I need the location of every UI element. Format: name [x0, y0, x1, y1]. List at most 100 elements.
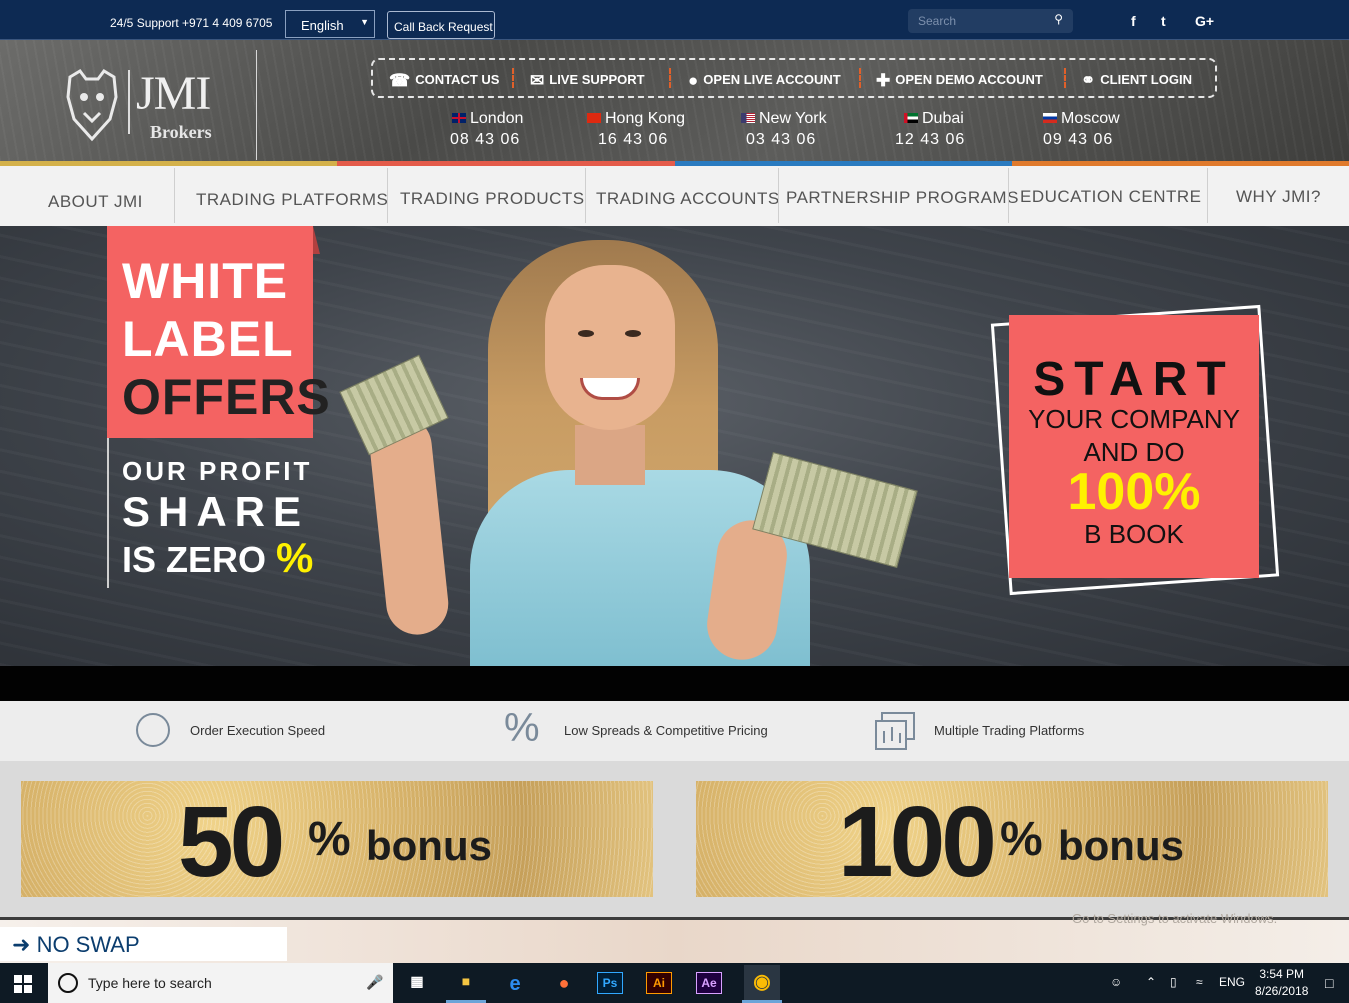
cortana-icon [58, 973, 78, 993]
quick-divider [1064, 68, 1066, 88]
clock-date: 8/26/2018 [1255, 984, 1309, 998]
white-label-title-2: LABEL [122, 311, 294, 367]
profit-percent: % [276, 534, 314, 581]
contact-us-link[interactable]: ☎ CONTACT US [389, 71, 499, 91]
bonus-100-number: 100 [838, 786, 997, 898]
bonus-50-number: 50 [178, 786, 285, 898]
photoshop-icon[interactable]: Ps [597, 972, 623, 994]
white-label-title-3: OFFERS [122, 369, 331, 425]
clock-city-hongkong: Hong Kong [587, 110, 685, 128]
hero-eye [625, 330, 641, 337]
open-demo-account-link[interactable]: ✚ OPEN DEMO ACCOUNT [876, 71, 1043, 91]
language-select[interactable]: English ▼ [285, 10, 375, 38]
after-effects-icon[interactable]: Ae [696, 972, 722, 994]
profit-line-1: OUR PROFIT [122, 456, 313, 486]
chat-icon: ✉ [530, 71, 545, 90]
clock-city-moscow: Moscow [1043, 110, 1120, 128]
profit-line-3-text: IS ZERO [122, 539, 267, 580]
nav-about-jmi[interactable]: ABOUT JMI [48, 192, 143, 212]
start-percent: 100% [1067, 463, 1201, 521]
clock-time-newyork: 03 43 06 [746, 131, 817, 148]
quick-divider [512, 68, 514, 88]
edge-browser-icon[interactable]: e [498, 967, 532, 999]
search-icon[interactable]: ⚲ [1054, 12, 1063, 26]
language-indicator[interactable]: ENG [1219, 975, 1245, 989]
nav-divider [387, 168, 388, 223]
open-live-account-label: OPEN LIVE ACCOUNT [703, 72, 841, 87]
taskbar-search-placeholder: Type here to search [88, 975, 212, 991]
start-title: START [1033, 353, 1235, 406]
nav-trading-accounts[interactable]: TRADING ACCOUNTS [596, 189, 780, 209]
nav-partnership-programs[interactable]: PARTNERSHIP PROGRAMS [786, 188, 1019, 208]
microphone-icon[interactable]: 🎤 [366, 974, 383, 991]
search-placeholder: Search [918, 14, 957, 28]
user-icon: ● [688, 71, 699, 90]
logo-subtext[interactable]: Brokers [150, 122, 212, 143]
nav-divider [1207, 168, 1208, 223]
clock-city-label: London [470, 110, 524, 127]
activate-windows-watermark: Go to Settings to activate Windows. [1072, 911, 1278, 926]
windows-start-icon[interactable] [14, 975, 32, 993]
illustrator-icon[interactable]: Ai [646, 972, 672, 994]
compass-icon [136, 713, 170, 747]
facebook-icon[interactable]: f [1131, 13, 1136, 29]
clock-city-dubai: Dubai [904, 110, 964, 128]
bear-logo-icon[interactable] [62, 67, 122, 143]
quick-divider [669, 68, 671, 88]
nav-trading-products[interactable]: TRADING PRODUCTS [400, 189, 585, 209]
twitter-icon[interactable]: t [1161, 13, 1166, 29]
open-demo-account-label: OPEN DEMO ACCOUNT [895, 72, 1043, 87]
client-login-link[interactable]: ⚭ CLIENT LOGIN [1081, 71, 1192, 91]
feature-multiple-platforms: Multiple Trading Platforms [934, 723, 1085, 738]
google-plus-icon[interactable]: G+ [1195, 13, 1214, 29]
call-back-button[interactable]: Call Back Request [387, 11, 495, 39]
bonus-50-percent: % [308, 813, 351, 866]
clock-city-label: Dubai [922, 110, 964, 127]
hero-woman-face [545, 265, 675, 430]
no-swap-label[interactable]: ➜ NO SWAP [12, 932, 140, 958]
clock-city-label: Hong Kong [605, 110, 686, 127]
arrow-right-icon: ➜ [12, 932, 31, 957]
bonus-100-percent: % [1000, 813, 1043, 866]
battery-icon[interactable]: ▯ [1170, 975, 1177, 989]
client-login-label: CLIENT LOGIN [1100, 72, 1192, 87]
bonus-50-word: bonus [366, 822, 492, 869]
wifi-icon[interactable]: ≈ [1196, 975, 1203, 989]
profit-line-3: IS ZERO % [122, 534, 313, 582]
open-live-account-link[interactable]: ● OPEN LIVE ACCOUNT [688, 71, 841, 91]
nav-why-jmi[interactable]: WHY JMI? [1236, 187, 1321, 207]
nav-education-centre[interactable]: EDUCATION CENTRE [1020, 187, 1201, 207]
clock-city-newyork: New York [741, 110, 827, 128]
user-add-icon: ✚ [876, 71, 891, 90]
nav-trading-platforms[interactable]: TRADING PLATFORMS [196, 190, 388, 210]
russia-flag-icon [1043, 113, 1057, 123]
start-line-1: YOUR COMPANY [1028, 404, 1240, 434]
taskbar-clock[interactable]: 3:54 PM 8/26/2018 [1255, 966, 1308, 1000]
nav-divider [1008, 168, 1009, 223]
chevron-down-icon: ▼ [360, 17, 369, 27]
us-flag-icon [741, 113, 755, 123]
quick-divider [859, 68, 861, 88]
feature-execution-speed: Order Execution Speed [190, 723, 326, 738]
show-hidden-icons[interactable]: ⌃ [1146, 975, 1156, 989]
feature-low-spreads: Low Spreads & Competitive Pricing [564, 723, 768, 738]
clock-time-moscow: 09 43 06 [1043, 131, 1114, 148]
people-icon[interactable]: ☺ [1110, 975, 1122, 989]
logo-divider [128, 70, 130, 134]
task-view-icon[interactable]: ▦ [400, 967, 434, 999]
china-flag-icon [587, 113, 601, 123]
profit-line-2: SHARE [122, 488, 310, 535]
chrome-icon[interactable]: ◉ [744, 965, 780, 1001]
support-phone[interactable]: 24/5 Support +971 4 409 6705 [110, 16, 272, 30]
nav-divider [585, 168, 586, 223]
key-icon: ⚭ [1081, 71, 1096, 90]
clock-time-dubai: 12 43 06 [895, 131, 966, 148]
notification-icon[interactable]: □ [1325, 975, 1333, 991]
logo-text[interactable]: JMI [136, 66, 211, 121]
live-support-link[interactable]: ✉ LIVE SUPPORT [530, 71, 645, 91]
file-explorer-icon[interactable]: ■ [449, 967, 483, 999]
firefox-icon[interactable]: ● [547, 967, 581, 999]
start-line-3: B BOOK [1084, 519, 1184, 549]
clock-city-label: Moscow [1061, 110, 1120, 127]
search-input[interactable]: Search ⚲ [908, 9, 1073, 33]
